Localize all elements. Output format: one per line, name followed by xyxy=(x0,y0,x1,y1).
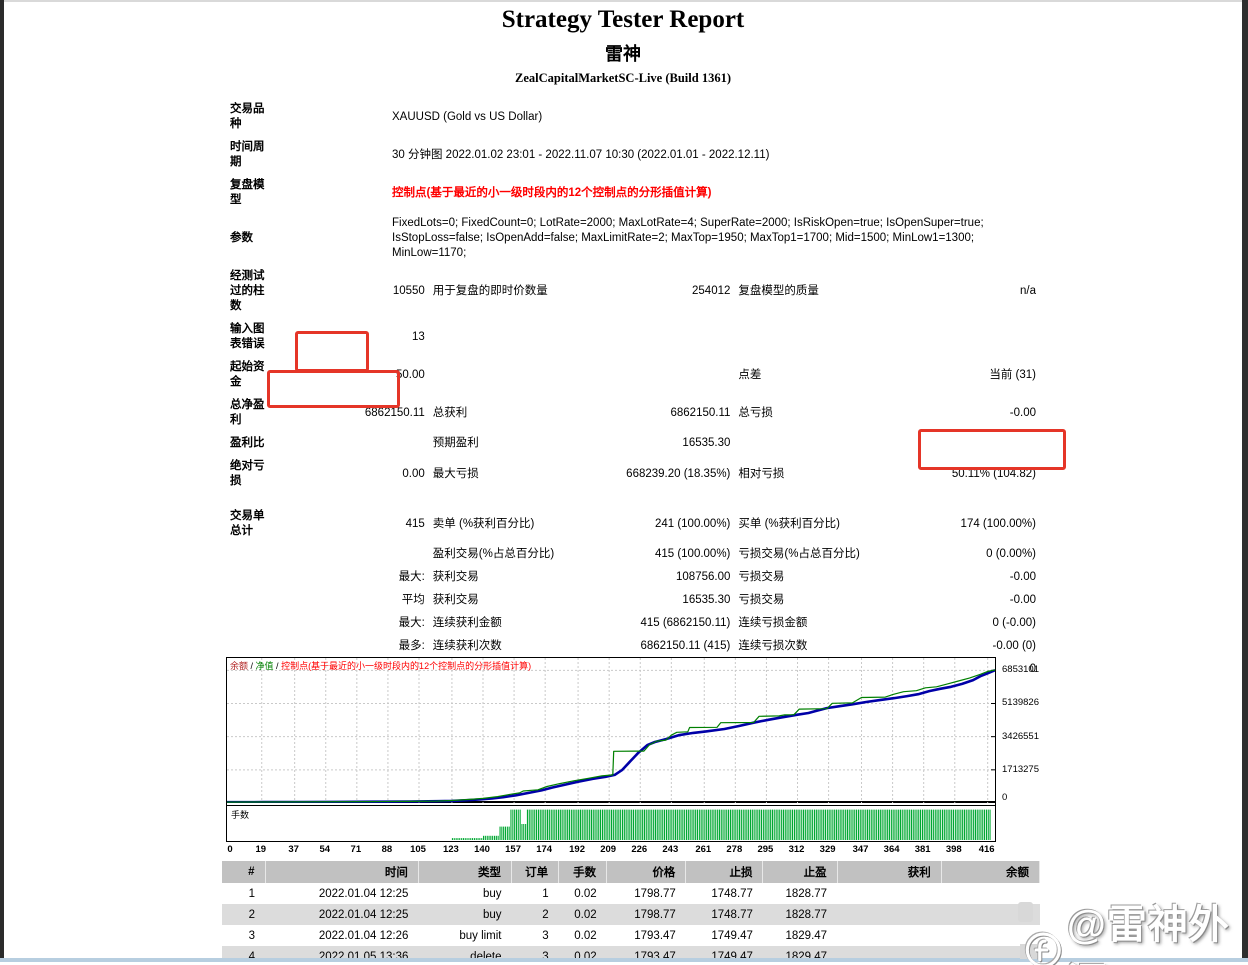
x-tick-label: 329 xyxy=(819,844,836,855)
summary-row: 交易单总计 415 卖单 (%获利百分比) 241 (100.00%) 买单 (%获利百… xyxy=(230,510,1036,537)
lots-bars xyxy=(451,809,991,840)
x-tick-label: 416 xyxy=(978,844,995,855)
trades-col-header: 订单 xyxy=(511,861,560,883)
watermark-decoration-square xyxy=(1018,902,1033,922)
watermark-logo-icon xyxy=(1025,932,1061,965)
legend-item: 余额 xyxy=(230,661,249,671)
x-tick-label: 157 xyxy=(505,844,522,855)
summary-row: 平均 获利交易 16535.30 亏损交易 -0.00 xyxy=(401,594,1036,606)
summary-row: 盈利比 预期盈利 16535.30 xyxy=(230,437,731,449)
trade-row: 3 2022.01.04 12:26 buy limit 3 0.02 1793.47 17… xyxy=(248,929,828,942)
summary-row: 复盘模型 控制点(基于最近的小一级时段内的12个控制点的分形插值计算) xyxy=(230,179,712,206)
x-tick-label: 381 xyxy=(914,844,931,855)
trades-col-header: 余额 xyxy=(941,861,1041,883)
top-border-line xyxy=(0,0,1248,2)
x-tick-label: 37 xyxy=(288,844,299,855)
y-tick-label: 5139826 xyxy=(1002,697,1039,709)
x-tick-label: 123 xyxy=(442,844,459,855)
chart-legend: 余额 / 净值 / 控制点(基于最近的小一级时段内的12个控制点的分形插值计算) xyxy=(230,661,532,671)
trades-col-header: # xyxy=(222,861,266,883)
x-tick-label: 226 xyxy=(631,844,648,855)
y-tick-label: 6853101 xyxy=(1002,664,1039,676)
trades-col-header: 类型 xyxy=(418,861,513,883)
trades-col-header: 价格 xyxy=(606,861,687,883)
x-tick-label: 88 xyxy=(381,844,393,855)
trade-row: 2 2022.01.04 12:25 buy 2 0.02 1798.77 1748.77 1… xyxy=(222,904,1040,925)
legend-item: 净值 xyxy=(255,661,274,671)
red-annotation-net-profit xyxy=(267,370,400,408)
balance-equity-plot: 余额 / 净值 / 控制点(基于最近的小一级时段内的12个控制点的分形插值计算) xyxy=(226,658,996,804)
x-tick-label: 140 xyxy=(474,844,490,855)
trades-table: # 时间 类型 订单 手数 价格 止损 止盈 获利 余额 1 2022.01.04 12:25 buy… xyxy=(222,861,1041,965)
summary-row: 盈利交易(%占总百分比) 415 (100.00%) 亏损交易(%占总百分比) 0 (… xyxy=(432,548,1036,560)
x-tick-label: 312 xyxy=(788,844,805,855)
summary-row: 最大: 连续获利金额 415 (6862150.11) 连续亏损金额 0 (-0.00) xyxy=(398,617,1036,629)
trades-col-header: 时间 xyxy=(265,861,419,883)
watermark: @雷神外汇 xyxy=(1018,892,1248,965)
left-black-bar xyxy=(0,0,4,965)
y-tick-label: 0 xyxy=(1002,792,1008,803)
trades-col-header: 手数 xyxy=(558,861,608,883)
red-annotation-relative-drawdown xyxy=(918,429,1066,470)
x-tick-label: 243 xyxy=(662,844,679,855)
balance-chart: 余额 / 净值 / 控制点(基于最近的小一级时段内的12个控制点的分形插值计算)… xyxy=(226,657,1039,856)
trades-col-header: 止损 xyxy=(685,861,764,883)
x-tick-label: 71 xyxy=(350,844,362,855)
summary-row: 参数 FixedLots=0; FixedCount=0; LotRate=200… xyxy=(230,217,984,259)
x-tick-label: 278 xyxy=(726,844,743,855)
y-tick-label: 1713275 xyxy=(1002,763,1039,775)
watermark-text: @雷神外汇 xyxy=(1066,903,1230,965)
report-header: Strategy Tester Report 雷神 ZealCapitalMar… xyxy=(4,6,1242,86)
summary-row: 绝对亏损 0.00 最大亏损 668239.20 (18.35%) 相对亏损 50.11%… xyxy=(230,460,1036,487)
trades-col-header: 止盈 xyxy=(762,861,838,883)
x-tick-label: 295 xyxy=(757,844,774,855)
server-build: ZealCapitalMarketSC-Live (Build 1361) xyxy=(515,71,731,85)
summary-row: 最多: 连续获利次数 6862150.11 (415) 连续亏损次数 -0.00 (0) xyxy=(398,640,1036,652)
x-tick-label: 209 xyxy=(600,844,617,855)
x-tick-label: 54 xyxy=(319,844,331,855)
summary-row: 时间周期 30 分钟图 2022.01.02 23:01 - 2022.11.07… xyxy=(230,141,770,168)
x-tick-label: 174 xyxy=(536,844,553,855)
lots-plot: 手数 xyxy=(227,805,995,841)
x-tick-label: 19 xyxy=(255,844,267,855)
trade-row: 1 2022.01.04 12:25 buy 1 0.02 1798.77 1748.77 1… xyxy=(248,887,828,900)
x-tick-label: 192 xyxy=(569,844,586,855)
balance-equity-lines xyxy=(226,658,996,804)
y-axis-labels: 6853101 5139826 3426551 1713275 0 xyxy=(1002,657,1062,803)
trades-col-header: 获利 xyxy=(837,861,942,883)
x-tick-label: 105 xyxy=(410,844,426,855)
strategy-name: 雷神 xyxy=(605,44,641,64)
summary-row xyxy=(228,493,1038,505)
summary-row: 交易品种 XAUUSD (Gold vs US Dollar) xyxy=(230,103,543,130)
x-tick-label: 261 xyxy=(695,844,712,855)
x-axis-labels: 0 19 37 54 71 88 105 123 140 157 174 192 209 226 243 26… xyxy=(226,842,996,856)
red-annotation-initial-deposit xyxy=(295,331,369,372)
x-tick-label: 398 xyxy=(945,844,962,855)
x-tick-label: 364 xyxy=(883,844,900,855)
legend-item: 控制点(基于最近的小一级时段内的12个控制点的分形插值计算) xyxy=(281,661,532,671)
strategy-tester-report-page: Strategy Tester Report 雷神 ZealCapitalMar… xyxy=(0,0,1248,965)
lots-label: 手数 xyxy=(231,810,250,820)
y-tick-label: 3426551 xyxy=(1002,730,1039,742)
chart-frame: 余额 / 净值 / 控制点(基于最近的小一级时段内的12个控制点的分形插值计算)… xyxy=(226,657,996,842)
x-tick-label: 0 xyxy=(227,844,233,855)
x-tick-label: 347 xyxy=(852,844,869,855)
page-title: Strategy Tester Report xyxy=(501,6,745,33)
right-black-bar xyxy=(1242,0,1248,965)
summary-row: 最大: 获利交易 108756.00 亏损交易 -0.00 xyxy=(398,571,1036,583)
summary-row: 经测试过的柱数 10550 用于复盘的即时价数量 254012 复盘模型的质量 n/a xyxy=(230,270,1036,312)
